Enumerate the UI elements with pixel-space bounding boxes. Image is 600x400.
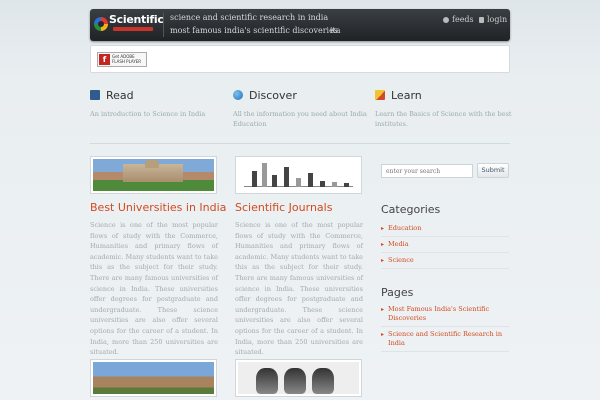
bullet-icon: ▸	[381, 241, 385, 248]
chart-image-bar	[344, 183, 349, 187]
portrait-face	[312, 368, 334, 394]
portrait-face	[256, 368, 278, 394]
logo-text: Scientific	[109, 13, 164, 26]
feeds-label: feeds	[452, 15, 474, 24]
logo-underline	[113, 27, 153, 31]
page-label: Most Famous India's Scientific Discoveri…	[388, 305, 490, 322]
nav-divider	[163, 13, 164, 37]
post-title[interactable]: Best Universities in India	[90, 201, 226, 214]
flash-icon: f	[99, 54, 110, 65]
rss-icon	[443, 17, 449, 23]
categories-heading: Categories	[381, 203, 441, 216]
flash-player-badge[interactable]: f Get ADOBE FLASH PLAYER	[97, 52, 147, 67]
feature-description: Learn the Basics of Science with the bes…	[375, 110, 512, 128]
chart-image-bar	[308, 173, 313, 187]
bullet-icon: ▸	[381, 331, 385, 338]
portrait-face	[284, 368, 306, 394]
pages-list: ▸ Most Famous India's Scientific Discover…	[381, 302, 509, 352]
post-scientific-journals: Scientific Journals Science is one of th…	[235, 156, 363, 358]
pages-heading: Pages	[381, 286, 414, 299]
bar-chart-image	[238, 159, 359, 191]
chart-image-bar	[332, 182, 337, 187]
chart-image-bar	[262, 163, 267, 187]
post-thumbnail-next[interactable]	[90, 359, 217, 397]
category-item-science[interactable]: ▸ Science	[381, 253, 509, 269]
bullet-icon: ▸	[381, 257, 385, 264]
feature-title-text: Learn	[391, 89, 422, 102]
feature-title-text: Read	[106, 89, 134, 102]
post-excerpt: Science is one of the most popular flows…	[235, 221, 363, 357]
chart-image-bar	[284, 167, 289, 187]
chart-image-bar	[296, 178, 301, 187]
logo-mark-icon	[94, 17, 108, 31]
feature-learn: Learn Learn the Basics of Science with t…	[375, 89, 515, 129]
post-best-universities: Best Universities in India Science is on…	[90, 156, 226, 358]
search-input[interactable]	[381, 164, 473, 178]
university-campus-image	[93, 159, 214, 191]
page-item-discoveries[interactable]: ▸ Most Famous India's Scientific Discover…	[381, 302, 509, 327]
post-excerpt: Science is one of the most popular flows…	[90, 221, 218, 357]
category-item-education[interactable]: ▸ Education	[381, 221, 509, 237]
pencil-icon	[375, 90, 385, 100]
scientists-portrait-image	[238, 362, 359, 394]
categories-list: ▸ Education ▸ Media ▸ Science	[381, 221, 509, 269]
nav-link-ita[interactable]: ita	[330, 26, 341, 35]
chart-image-bar	[272, 175, 277, 187]
feature-title[interactable]: Read	[90, 89, 230, 102]
flash-badge-text: Get ADOBE FLASH PLAYER	[112, 54, 142, 64]
globe-icon	[233, 90, 243, 100]
page-item-research[interactable]: ▸ Science and Scientific Research in Indi…	[381, 327, 509, 352]
feeds-link[interactable]: feeds	[443, 15, 474, 24]
feature-discover: Discover All the information you need ab…	[233, 89, 373, 129]
post-thumbnail[interactable]	[90, 156, 217, 194]
feature-description: All the information you need about India…	[233, 110, 367, 128]
category-label: Science	[388, 256, 414, 264]
category-label: Education	[388, 224, 422, 232]
bullet-icon: ▸	[381, 306, 385, 313]
page-label: Science and Scientific Research in India	[388, 330, 503, 347]
feature-description: An introduction to Science in India	[90, 110, 206, 118]
section-divider	[90, 143, 510, 144]
feature-title[interactable]: Discover	[233, 89, 373, 102]
site-logo[interactable]: Scientific	[93, 12, 164, 38]
building-image	[93, 362, 214, 394]
login-label: login	[487, 15, 508, 24]
post-thumbnail-next[interactable]	[235, 359, 362, 397]
nav-link-famous-discoveries[interactable]: most famous india's scientific discoveri…	[170, 26, 338, 35]
banner-area: f Get ADOBE FLASH PLAYER	[90, 45, 510, 73]
top-navigation-bar: Scientific science and scientific resear…	[90, 9, 510, 41]
login-link[interactable]: login	[479, 15, 507, 24]
chart-image-bar	[252, 171, 257, 187]
chart-image-bar	[320, 181, 325, 187]
nav-link-science-research[interactable]: science and scientific research in india	[170, 13, 328, 22]
bullet-icon: ▸	[381, 225, 385, 232]
post-title[interactable]: Scientific Journals	[235, 201, 363, 214]
category-label: Media	[388, 240, 409, 248]
feature-title[interactable]: Learn	[375, 89, 515, 102]
lock-icon	[479, 17, 484, 23]
search-submit-button[interactable]: Submit	[477, 163, 509, 178]
feature-read: Read An introduction to Science in India	[90, 89, 230, 119]
feature-title-text: Discover	[249, 89, 297, 102]
post-thumbnail[interactable]	[235, 156, 362, 194]
category-item-media[interactable]: ▸ Media	[381, 237, 509, 253]
book-icon	[90, 90, 100, 100]
